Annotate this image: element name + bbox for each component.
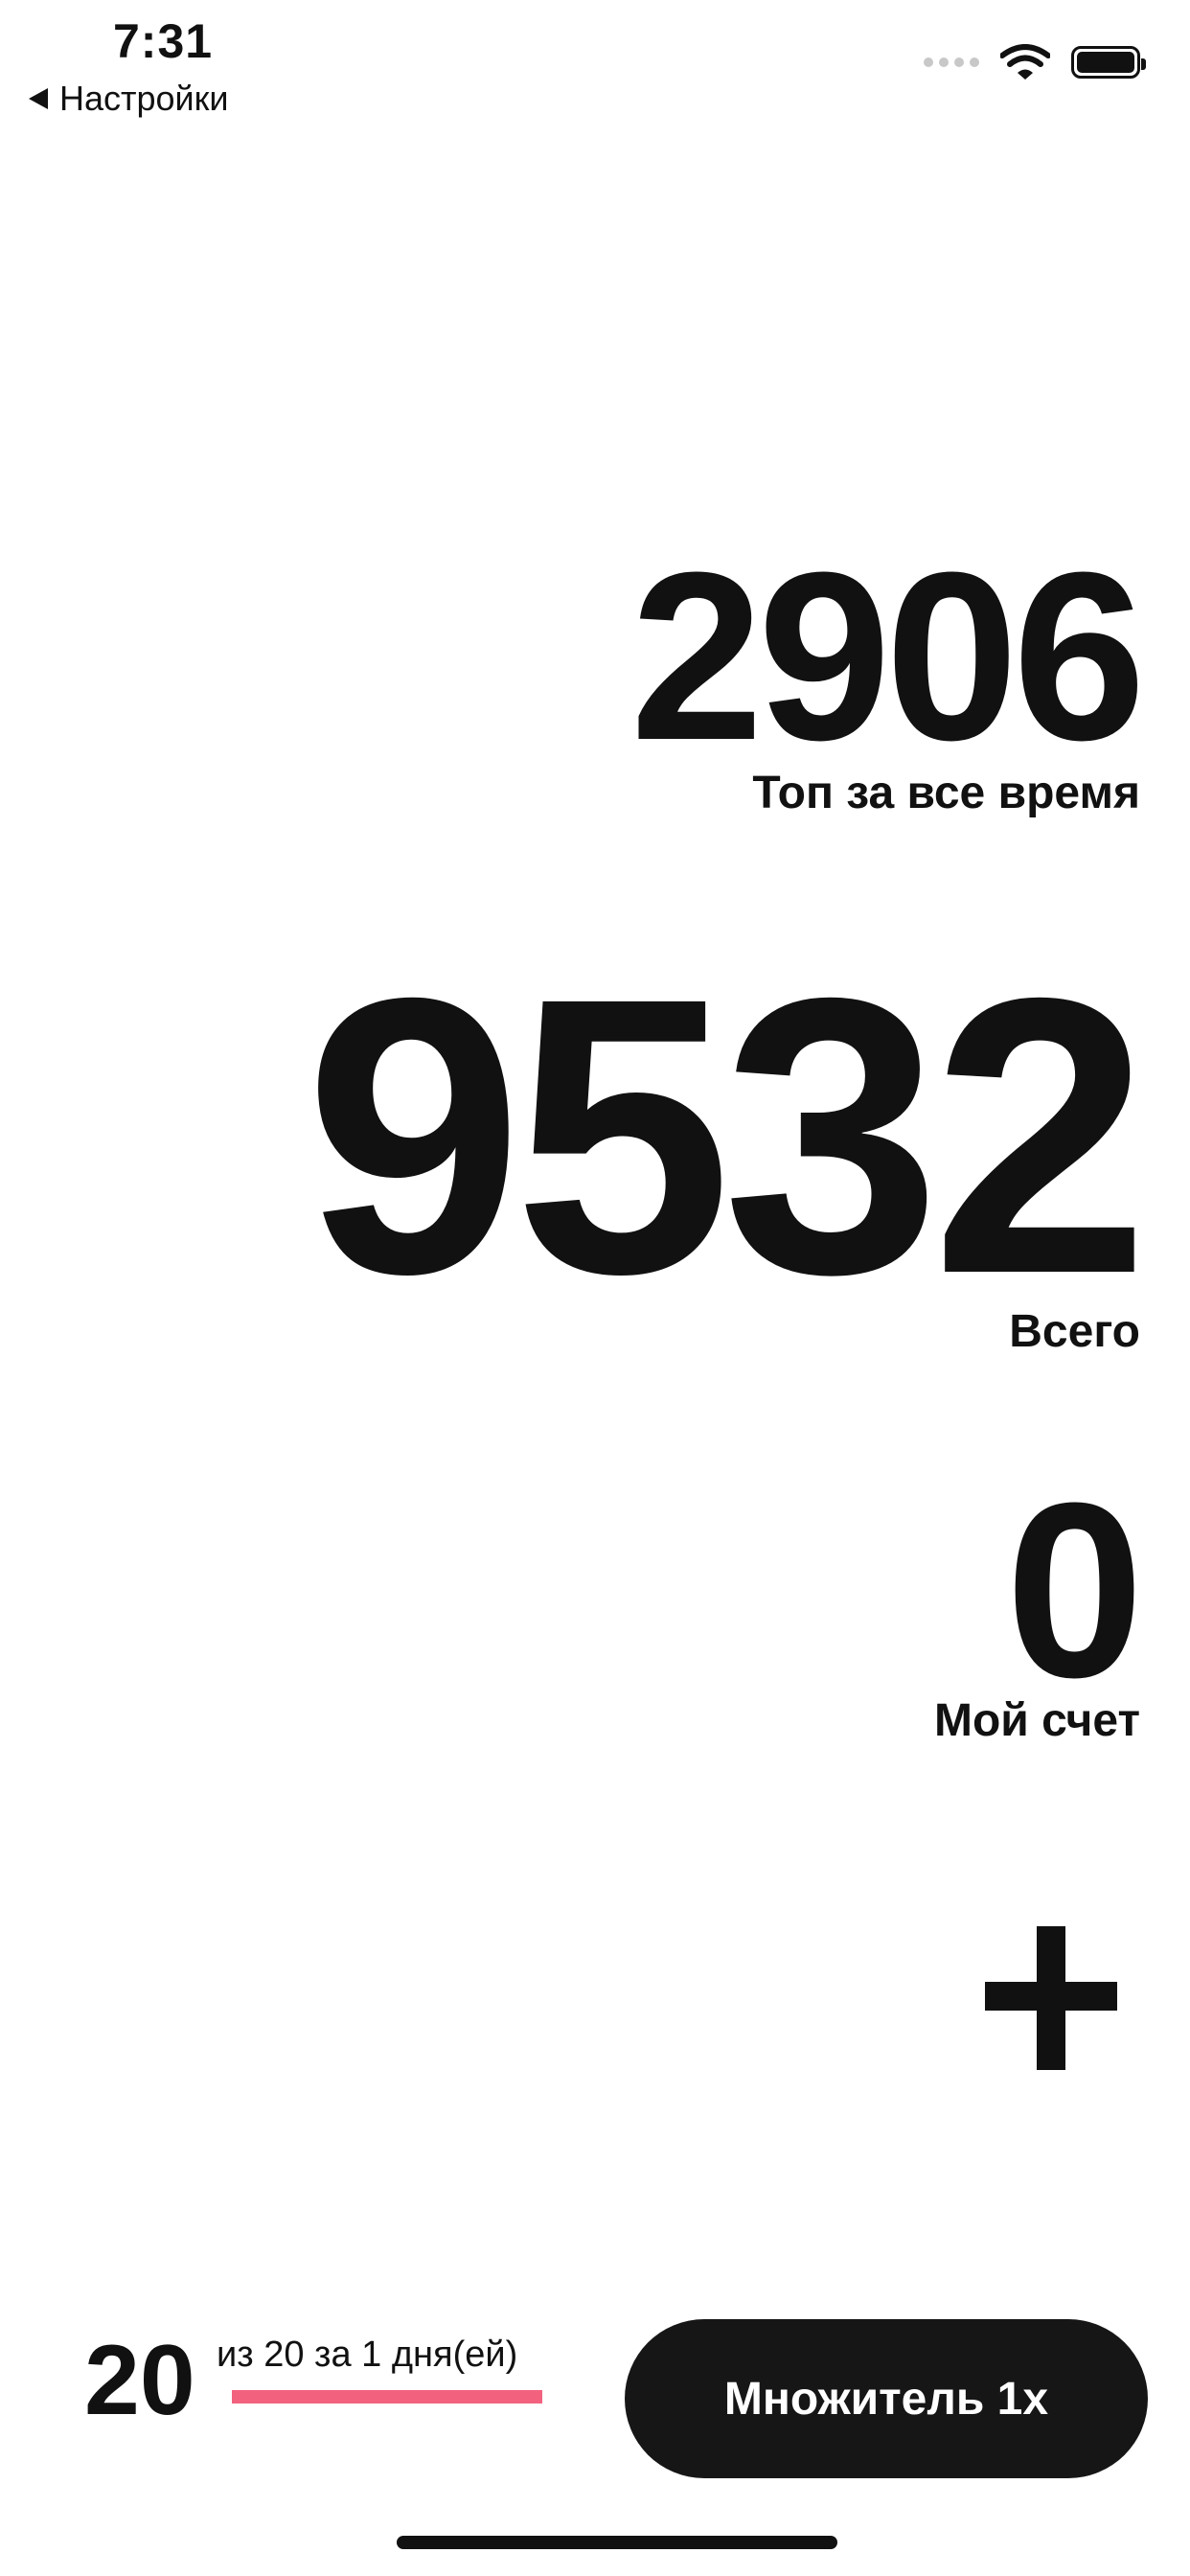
multiplier-label: Множитель 1x (723, 2373, 1049, 2425)
top-all-time-value: 2906 (629, 522, 1146, 790)
back-button[interactable]: Настройки (29, 79, 229, 119)
battery-level (1077, 52, 1134, 73)
home-indicator[interactable] (397, 2536, 837, 2549)
cellular-signal-icon (924, 58, 979, 67)
daily-progress-fill (232, 2390, 542, 2404)
daily-count: 20 (84, 2325, 195, 2436)
total-value: 9532 (304, 916, 1150, 1355)
total-label: Всего (1009, 1306, 1140, 1357)
my-score-label: Мой счет (933, 1695, 1140, 1746)
status-time: 7:31 (113, 14, 214, 68)
battery-icon (1071, 46, 1146, 79)
my-score-value: 0 (1005, 1452, 1144, 1730)
back-label: Настройки (59, 79, 229, 118)
top-all-time-label: Топ за все время (752, 768, 1140, 818)
wifi-icon (1000, 44, 1050, 80)
status-indicators (924, 44, 1146, 80)
back-chevron-icon (29, 88, 48, 109)
multiplier-button[interactable]: Множитель 1x (625, 2319, 1148, 2478)
daily-progress-bar (232, 2390, 542, 2404)
plus-icon[interactable] (985, 1926, 1129, 2070)
daily-caption: из 20 за 1 дня(ей) (217, 2334, 518, 2375)
